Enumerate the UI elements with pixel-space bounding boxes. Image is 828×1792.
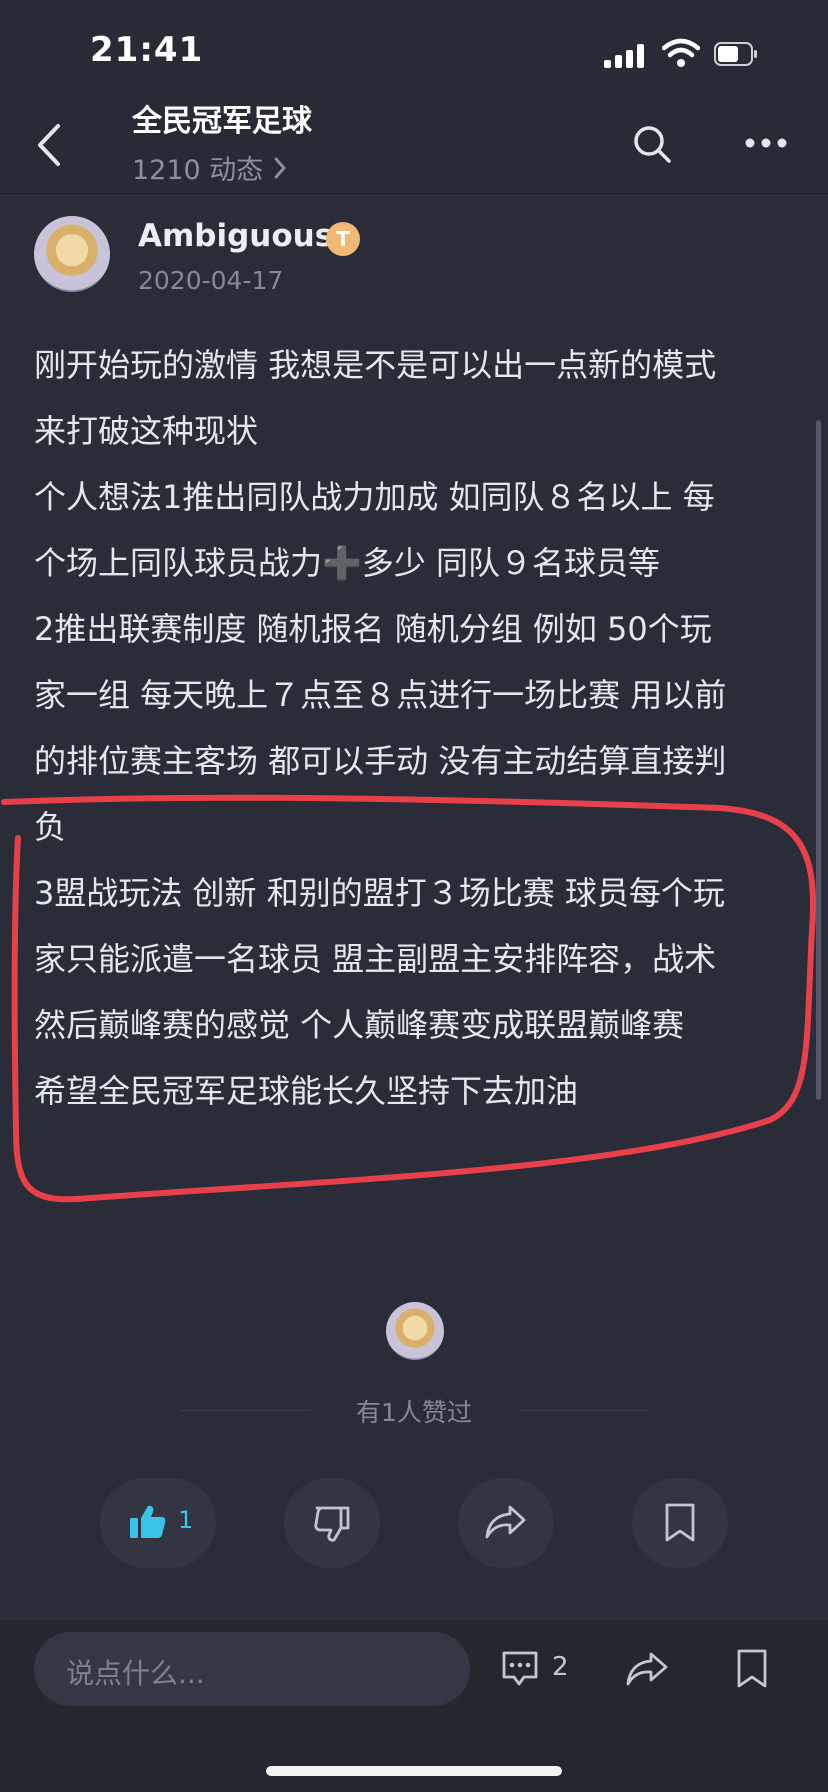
- header-divider: [0, 193, 828, 194]
- divider: [518, 1410, 648, 1411]
- red-highlight-annotation: [1, 794, 817, 1203]
- comment-icon[interactable]: [500, 1650, 540, 1688]
- bookmark-icon[interactable]: [734, 1648, 770, 1690]
- comment-count: 2: [552, 1652, 569, 1682]
- like-count: 1: [178, 1506, 194, 1534]
- dynamics-count: 1210 动态: [132, 155, 264, 186]
- author-name[interactable]: Ambiguous: [138, 218, 333, 254]
- dislike-button[interactable]: [284, 1478, 380, 1568]
- battery-icon: [714, 42, 757, 66]
- dynamics-link[interactable]: 1210 动态: [132, 148, 287, 187]
- cellular-signal-icon: [604, 44, 648, 68]
- share-button[interactable]: [458, 1478, 554, 1568]
- more-options-icon[interactable]: [744, 136, 788, 150]
- status-time: 21:41: [90, 30, 204, 70]
- share-icon[interactable]: [624, 1650, 670, 1688]
- like-button[interactable]: 1: [100, 1478, 216, 1568]
- bookmark-icon: [665, 1503, 695, 1542]
- thumbs-down-icon: [314, 1506, 350, 1542]
- bookmark-button[interactable]: [632, 1478, 728, 1568]
- liker-avatar[interactable]: [386, 1302, 444, 1360]
- likes-summary[interactable]: 有1人赞过: [330, 1393, 498, 1429]
- post-line: 个场上同队球员战力➕多少 同队９名球员等: [34, 544, 661, 582]
- author-avatar[interactable]: [34, 216, 110, 292]
- divider: [180, 1410, 310, 1411]
- post-date: 2020-04-17: [138, 266, 284, 295]
- level-badge-icon: T: [326, 222, 360, 256]
- post-line: 刚开始玩的激情 我想是不是可以出一点新的模式: [34, 346, 717, 384]
- home-indicator[interactable]: [266, 1766, 562, 1776]
- chevron-right-icon: [274, 157, 287, 178]
- post-line: 个人想法1推出同队战力加成 如同队８名以上 每: [34, 478, 715, 516]
- post-line: 家一组 每天晚上７点至８点进行一场比赛 用以前: [34, 676, 727, 714]
- comment-placeholder[interactable]: 说点什么...: [66, 1652, 205, 1692]
- search-icon[interactable]: [632, 124, 672, 164]
- back-icon[interactable]: [34, 120, 64, 170]
- post-line: 2推出联赛制度 随机报名 随机分组 例如 50个玩: [34, 610, 712, 648]
- post-line: 来打破这种现状: [34, 412, 259, 450]
- share-icon: [485, 1505, 526, 1539]
- forum-title[interactable]: 全民冠军足球: [132, 96, 312, 140]
- wifi-icon: [662, 38, 700, 67]
- thumbs-up-icon: [130, 1505, 166, 1538]
- scrollbar[interactable]: [816, 420, 821, 1100]
